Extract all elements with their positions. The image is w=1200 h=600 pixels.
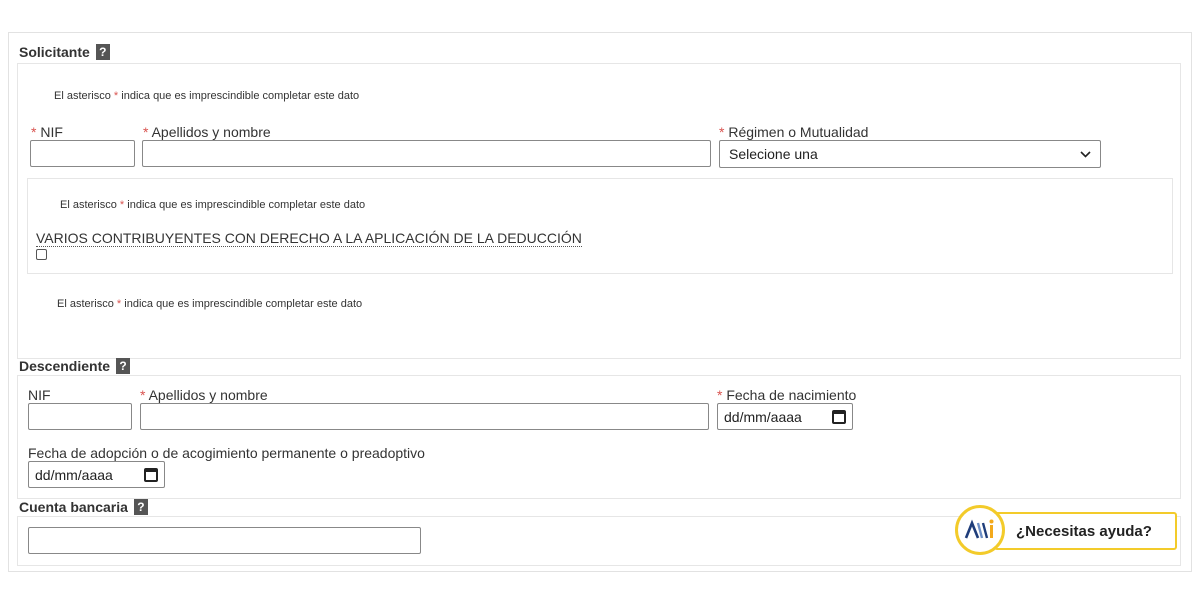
required-note: El asterisco * indica que es imprescindi… <box>57 298 363 310</box>
regimen-select[interactable]: Selecione una <box>719 140 1101 168</box>
nombre-input-descendiente[interactable] <box>140 403 709 430</box>
chevron-down-icon <box>1080 150 1091 158</box>
varios-panel <box>27 178 1173 274</box>
calendar-icon[interactable] <box>144 467 158 482</box>
help-icon[interactable]: ? <box>133 499 148 515</box>
assistant-button[interactable]: ¿Necesitas ayuda? <box>994 512 1177 550</box>
assistant-logo-icon <box>964 519 994 539</box>
section-title-text: Descendiente <box>19 358 111 374</box>
label-nombre-solicitante: * Apellidos y nombre <box>143 124 271 140</box>
help-icon[interactable]: ? <box>116 358 131 374</box>
section-title-descendiente: Descendiente ? <box>19 358 131 374</box>
section-title-cuenta: Cuenta bancaria ? <box>19 499 148 515</box>
nif-input-descendiente[interactable] <box>28 403 132 430</box>
required-note: El asterisco * indica que es imprescindi… <box>60 199 366 211</box>
varios-contribuyentes-label: VARIOS CONTRIBUYENTES CON DERECHO A LA A… <box>36 230 582 247</box>
required-note: El asterisco * indica que es imprescindi… <box>54 90 360 102</box>
label-regimen: * Régimen o Mutualidad <box>719 124 869 140</box>
label-nombre-descendiente: * Apellidos y nombre <box>140 387 268 403</box>
nombre-input-solicitante[interactable] <box>142 140 711 167</box>
label-nif-solicitante: * NIF <box>31 124 63 140</box>
varios-contribuyentes-checkbox[interactable] <box>36 249 47 260</box>
cuenta-bancaria-input[interactable] <box>28 527 421 554</box>
fecha-adopcion-value: dd/mm/aaaa <box>35 466 113 483</box>
regimen-select-value: Selecione una <box>729 146 818 162</box>
section-title-text: Solicitante <box>19 44 90 60</box>
label-fecha-nacimiento: * Fecha de nacimiento <box>717 387 857 403</box>
section-title-text: Cuenta bancaria <box>19 499 128 515</box>
help-icon[interactable]: ? <box>95 44 110 60</box>
fecha-nacimiento-value: dd/mm/aaaa <box>724 408 802 425</box>
nif-input-solicitante[interactable] <box>30 140 135 167</box>
fecha-adopcion-input[interactable]: dd/mm/aaaa <box>28 461 165 488</box>
assistant-avatar[interactable] <box>955 505 1005 555</box>
calendar-icon[interactable] <box>832 409 846 424</box>
section-title-solicitante: Solicitante ? <box>19 44 110 60</box>
label-fecha-adopcion: Fecha de adopción o de acogimiento perma… <box>28 445 425 461</box>
fecha-nacimiento-input[interactable]: dd/mm/aaaa <box>717 403 853 430</box>
assistant-label: ¿Necesitas ayuda? <box>1016 522 1152 540</box>
label-nif-descendiente: NIF <box>28 387 51 403</box>
